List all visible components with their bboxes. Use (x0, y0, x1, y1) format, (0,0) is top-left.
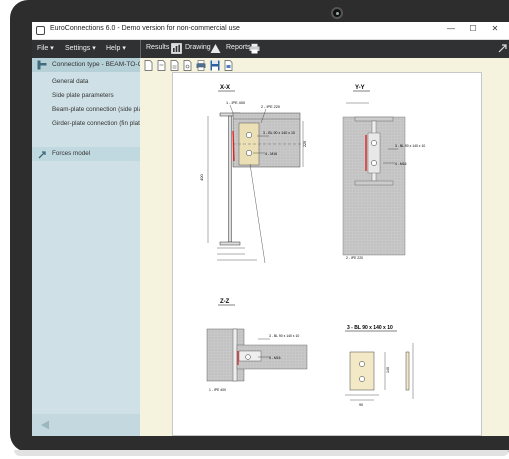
collapse-icon[interactable] (497, 43, 508, 54)
drawing-icon[interactable] (210, 43, 221, 54)
sidebar-item-forces-model[interactable]: Forces model (32, 147, 140, 161)
close-button[interactable]: ✕ (489, 24, 501, 33)
results-icon[interactable] (171, 43, 182, 54)
label-m16-xx: 4 - M16 (265, 152, 277, 156)
menu-settings[interactable]: Settings ▾ (65, 44, 96, 52)
plate-detail-title: 3 - BL 90 x 140 x 10 (347, 325, 393, 331)
label-ipe220-yy: 2 - IPE 220 (346, 256, 363, 260)
sidebar-item-general-data[interactable]: General data (52, 78, 88, 85)
forces-icon (38, 151, 46, 159)
window-title: EuroConnections 6.0 - Demo version for n… (50, 25, 240, 32)
device-base (14, 450, 509, 456)
view-title-yy: Y-Y (355, 85, 365, 91)
connection-type-icon (37, 60, 47, 70)
menu-bar: File ▾ Settings ▾ Help ▾ Results Drawing… (32, 40, 509, 58)
weld-xx (232, 130, 235, 162)
side-plate-yy (367, 132, 381, 174)
minimize-button[interactable]: — (445, 24, 457, 33)
dim-140-plate: 140 (386, 367, 390, 373)
sidebar-header-label: Connection type - BEAM-TO-GIRD (52, 61, 155, 68)
forces-model-label: Forces model (52, 150, 91, 157)
dim-400-xx: 400 (199, 174, 204, 181)
document-toolbar (144, 60, 233, 71)
plate-detail (349, 351, 375, 391)
menu-separator (140, 40, 141, 58)
plate-hole-2 (359, 376, 365, 382)
bolt-yy-1 (371, 140, 377, 146)
reports-button[interactable]: Reports (226, 44, 251, 51)
dim-220-xx: 220 (303, 141, 307, 147)
label-bl-xx: 3 - BL 90 x 140 x 10 (263, 131, 295, 135)
bolt-xx-1 (245, 131, 253, 139)
label-bl-zz: 3 - BL 90 x 140 x 10 (269, 334, 299, 338)
menu-help[interactable]: Help ▾ (106, 44, 126, 52)
new-document-icon[interactable] (144, 60, 153, 71)
camera-icon (331, 7, 343, 19)
sidebar-item-side-plate-parameters[interactable]: Side plate parameters (52, 92, 114, 99)
label-ipe220-xx: 2 - IPE 220 (261, 105, 280, 109)
sidebar-header[interactable]: Connection type - BEAM-TO-GIRD (32, 58, 154, 72)
view-title-xx: X-X (220, 85, 230, 91)
view-title-zz: Z-Z (220, 299, 230, 305)
print-icon[interactable] (196, 60, 206, 71)
label-bl-yy: 3 - BL 90 x 140 x 10 (395, 144, 425, 148)
bolt-yy-2 (371, 160, 377, 166)
sidebar-item-beam-plate-connection[interactable]: Beam-plate connection (side plate) (52, 106, 149, 113)
plate-side-view (405, 351, 410, 391)
menu-settings-label: Settings (65, 45, 91, 52)
sidebar-footer (32, 414, 140, 436)
label-ipe400-xx: 1 - IPE 400 (226, 101, 245, 105)
bolt-zz (245, 354, 251, 360)
printer-icon[interactable] (249, 43, 260, 54)
menu-file-label: File (37, 45, 49, 52)
drawing-sheet: X-X 1 - IPE 400 2 - IPE 220 3 - BL 90 x … (172, 72, 482, 436)
back-arrow-icon[interactable] (40, 420, 50, 430)
app-icon (36, 26, 45, 35)
sidebar: Connection type - BEAM-TO-GIRD General d… (32, 58, 154, 436)
drawing-button[interactable]: Drawing (185, 44, 211, 51)
app-window: EuroConnections 6.0 - Demo version for n… (32, 22, 509, 436)
menu-help-label: Help (106, 45, 121, 52)
maximize-button[interactable]: ☐ (467, 24, 479, 33)
dim-90-plate: 90 (359, 403, 363, 407)
label-m16-zz: 4 - M16 (269, 356, 281, 360)
connection-drawing: X-X 1 - IPE 400 2 - IPE 220 3 - BL 90 x … (199, 85, 425, 407)
menu-file[interactable]: File ▾ (37, 44, 54, 52)
save-icon[interactable] (210, 60, 220, 71)
page-setup-icon[interactable] (183, 60, 192, 71)
results-button[interactable]: Results (146, 44, 169, 51)
export-icon[interactable] (224, 60, 233, 71)
title-bar: EuroConnections 6.0 - Demo version for n… (32, 22, 509, 40)
sidebar-item-girder-plate-connection[interactable]: Girder-plate connection (fin plate) (52, 120, 145, 127)
plate-hole-1 (359, 361, 365, 367)
label-m16-yy: 4 - M16 (395, 162, 407, 166)
page-icon[interactable] (170, 60, 179, 71)
open-document-icon[interactable] (157, 60, 166, 71)
bolt-xx-2 (245, 149, 253, 157)
label-ipe400-zz: 1 - IPE 400 (209, 388, 226, 392)
